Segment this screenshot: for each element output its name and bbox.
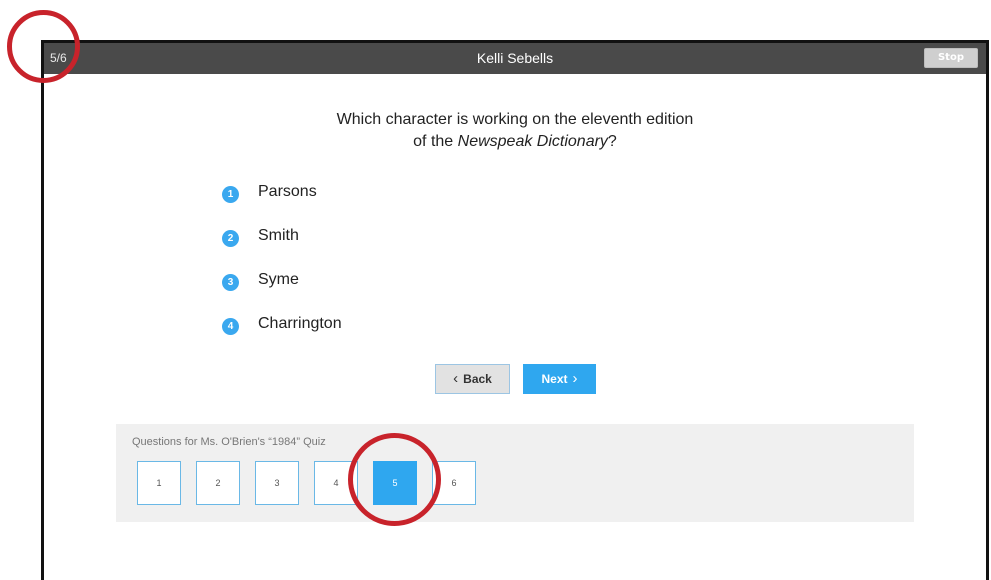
question-book-title: Newspeak Dictionary — [457, 133, 608, 150]
answer-number-badge: 1 — [222, 186, 239, 203]
chevron-right-icon: › — [572, 370, 578, 387]
answer-label: Parsons — [258, 183, 317, 200]
answer-label: Syme — [258, 271, 299, 288]
question-line-2: of the Newspeak Dictionary? — [44, 131, 986, 153]
next-button-label: Next — [541, 372, 568, 386]
question-jump-4[interactable]: 4 — [314, 461, 358, 505]
answer-number-badge: 3 — [222, 274, 239, 291]
question-jump-2[interactable]: 2 — [196, 461, 240, 505]
question-line-2-prefix: of the — [413, 133, 458, 150]
question-navigator: Questions for Ms. O'Brien's “1984” Quiz … — [116, 424, 914, 522]
question-text: Which character is working on the eleven… — [44, 109, 986, 153]
question-navigator-title: Questions for Ms. O'Brien's “1984” Quiz — [132, 436, 326, 448]
answer-number-badge: 2 — [222, 230, 239, 247]
top-bar: 5/6 Kelli Sebells Stop — [44, 43, 986, 74]
next-button[interactable]: Next › — [523, 364, 596, 394]
question-jump-3[interactable]: 3 — [255, 461, 299, 505]
question-jump-6[interactable]: 6 — [432, 461, 476, 505]
back-button[interactable]: ‹ Back — [435, 364, 510, 394]
question-line-2-suffix: ? — [607, 133, 617, 150]
stop-button[interactable]: Stop — [924, 48, 978, 68]
answer-label: Smith — [258, 227, 299, 244]
answer-number-badge: 4 — [222, 318, 239, 335]
question-jump-5-active[interactable]: 5 — [373, 461, 417, 505]
question-line-1: Which character is working on the eleven… — [336, 111, 694, 128]
question-jump-1[interactable]: 1 — [137, 461, 181, 505]
answer-label: Charrington — [258, 315, 342, 332]
chevron-left-icon: ‹ — [453, 370, 459, 387]
user-name: Kelli Sebells — [476, 50, 554, 66]
quiz-window: 5/6 Kelli Sebells Stop Which character i… — [41, 40, 989, 580]
back-button-label: Back — [463, 372, 492, 386]
